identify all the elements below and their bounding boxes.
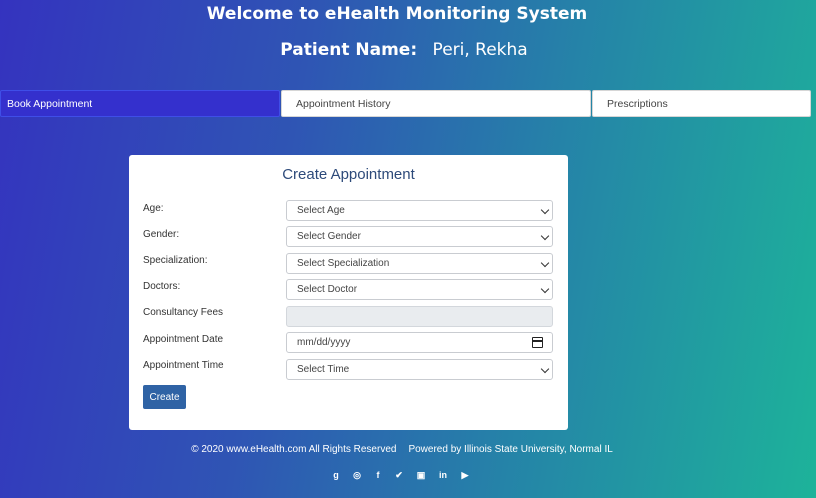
form-title: Create Appointment: [282, 166, 415, 183]
gender-select[interactable]: Select Gender: [286, 226, 553, 247]
calendar-icon[interactable]: [532, 337, 543, 348]
chevron-down-icon: [540, 364, 550, 374]
age-label: Age:: [143, 203, 164, 214]
chevron-down-icon: [540, 205, 550, 215]
twitter-icon[interactable]: ✔: [393, 469, 405, 481]
patient-name-value: Peri, Rekha: [432, 40, 528, 60]
copyright-text: © 2020 www.eHealth.com All Rights Reserv…: [191, 444, 397, 455]
consultancy-fees-input[interactable]: [286, 306, 553, 327]
appointment-time-label: Appointment Time: [143, 360, 224, 371]
chevron-down-icon: [540, 284, 550, 294]
welcome-heading: Welcome to eHealth Monitoring System: [206, 4, 588, 24]
age-select-value: Select Age: [297, 205, 345, 216]
tab-prescriptions[interactable]: Prescriptions: [592, 90, 811, 117]
specialization-select-value: Select Specialization: [297, 258, 390, 269]
specialization-label: Specialization:: [143, 255, 208, 266]
doctors-label: Doctors:: [143, 281, 181, 292]
specialization-select[interactable]: Select Specialization: [286, 253, 553, 274]
create-button[interactable]: Create: [143, 385, 186, 409]
create-appointment-card: Create Appointment Age: Select Age Gende…: [129, 155, 568, 430]
appointment-date-label: Appointment Date: [143, 334, 224, 345]
instagram-icon[interactable]: ▣: [415, 469, 427, 481]
consultancy-fees-label: Consultancy Fees: [143, 307, 224, 318]
chevron-down-icon: [540, 258, 550, 268]
whatsapp-icon[interactable]: ◎: [351, 469, 363, 481]
patient-name-label: Patient Name:: [280, 40, 418, 60]
footer: © 2020 www.eHealth.com All Rights Reserv…: [0, 444, 804, 455]
gender-label: Gender:: [143, 229, 180, 240]
tab-book-appointment[interactable]: Book Appointment: [0, 90, 280, 117]
doctor-select[interactable]: Select Doctor: [286, 279, 553, 300]
gender-select-value: Select Gender: [297, 231, 361, 242]
appointment-date-input[interactable]: mm/dd/yyyy: [286, 332, 553, 353]
powered-by-text: Powered by Illinois State University, No…: [408, 444, 613, 455]
tab-bar: Book Appointment Appointment History Pre…: [0, 90, 811, 118]
linkedin-icon[interactable]: in: [437, 469, 449, 481]
google-plus-icon[interactable]: g: [330, 469, 342, 481]
appointment-date-placeholder: mm/dd/yyyy: [297, 337, 351, 348]
facebook-icon[interactable]: f: [372, 469, 384, 481]
appointment-time-select-value: Select Time: [297, 364, 350, 375]
chevron-down-icon: [540, 231, 550, 241]
tab-appointment-history[interactable]: Appointment History: [281, 90, 591, 117]
patient-name-line: Patient Name: Peri, Rekha: [0, 40, 808, 60]
doctor-select-value: Select Doctor: [297, 284, 358, 295]
youtube-icon[interactable]: ▶: [459, 469, 471, 481]
appointment-time-select[interactable]: Select Time: [286, 359, 553, 380]
age-select[interactable]: Select Age: [286, 200, 553, 221]
